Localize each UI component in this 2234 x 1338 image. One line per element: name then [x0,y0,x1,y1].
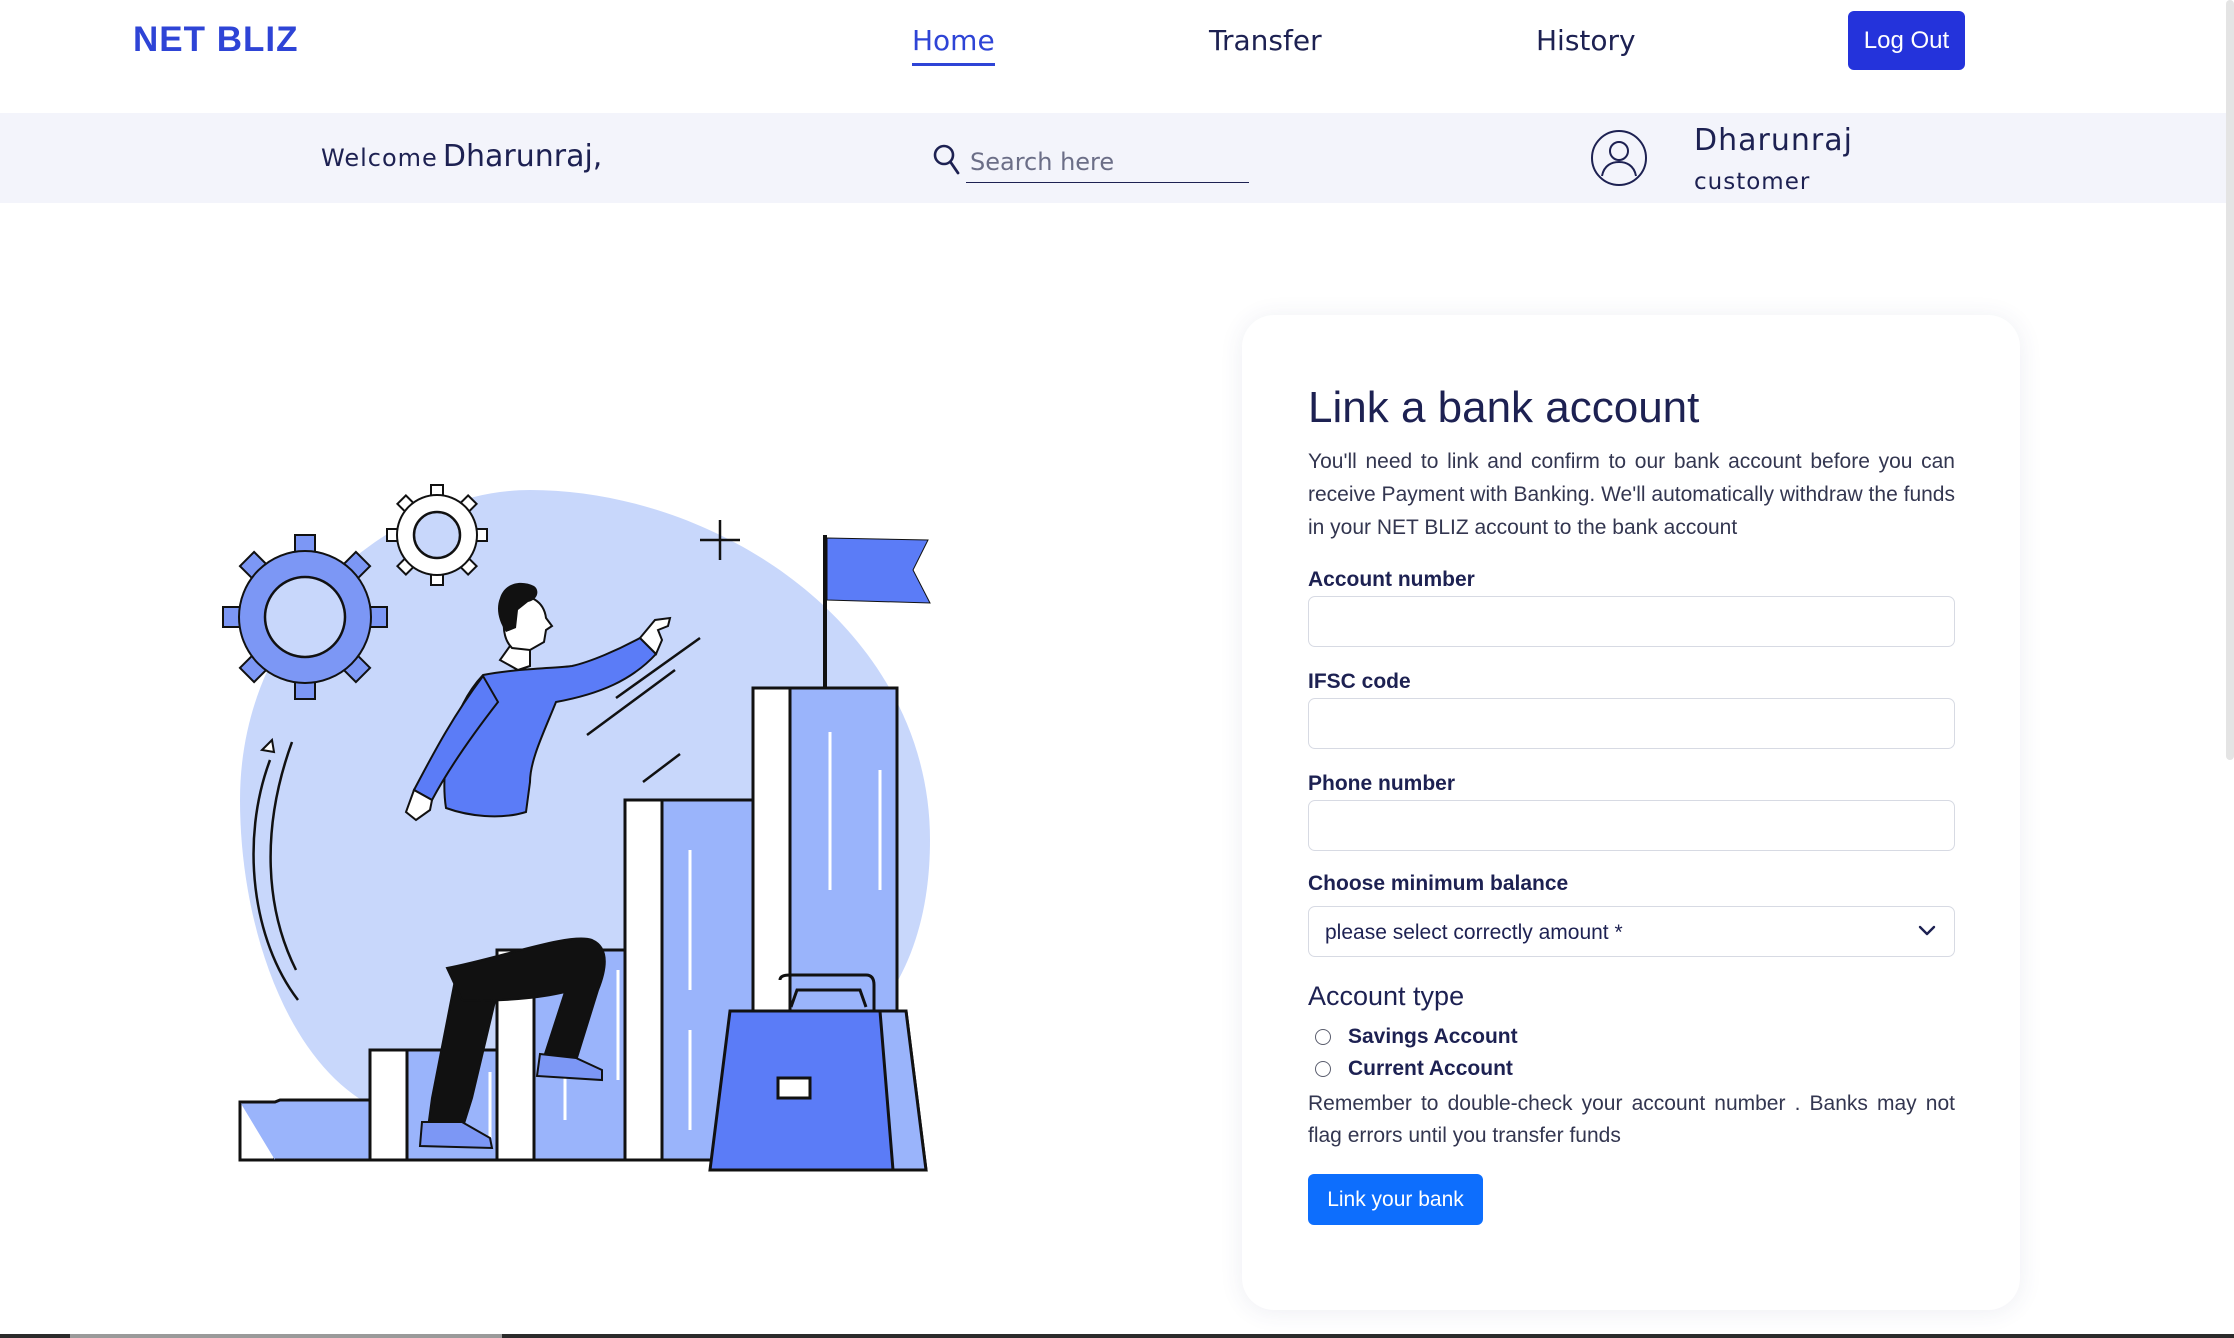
welcome-word: Welcome [321,144,438,172]
card-description: You'll need to link and confirm to our b… [1308,450,1955,539]
ifsc-code-label: IFSC code [1308,670,1411,693]
search-input[interactable] [966,141,1249,183]
welcome-bar: Welcome Dharunraj, Dharunraj customer [0,113,2234,203]
minimum-balance-label: Choose minimum balance [1308,872,1569,895]
logout-button[interactable]: Log Out [1848,11,1965,70]
horizontal-scrollbar-thumb[interactable] [70,1334,502,1338]
vertical-scrollbar[interactable] [2226,0,2234,760]
chevron-down-icon [1918,925,1936,936]
minimum-balance-select[interactable]: please select correctly amount * [1308,906,1955,957]
link-bank-button[interactable]: Link your bank [1308,1174,1483,1225]
account-number-label: Account number [1308,568,1475,591]
welcome-name: Dharunraj, [442,139,603,174]
phone-number-label: Phone number [1308,772,1456,795]
savings-account-label[interactable]: Savings Account [1348,1025,1518,1049]
welcome-message: Welcome Dharunraj, [321,139,602,174]
current-account-option[interactable]: Current Account [1315,1056,1513,1082]
account-number-note: Remember to double-check your account nu… [1308,1092,1955,1147]
current-account-label[interactable]: Current Account [1348,1057,1513,1081]
savings-account-option[interactable]: Savings Account [1315,1024,1518,1050]
nav-link-home[interactable]: Home [912,24,995,66]
growth-illustration [222,484,931,1172]
user-role: customer [1694,169,1811,195]
search-icon[interactable] [932,143,962,177]
user-avatar-icon[interactable] [1590,129,1648,187]
minimum-balance-value: please select correctly amount * [1325,921,1623,944]
phone-number-input[interactable] [1308,800,1955,851]
large-gear-icon [222,534,388,700]
current-account-radio[interactable] [1315,1061,1331,1077]
account-type-title: Account type [1308,981,1465,1011]
small-gear-icon [386,484,488,586]
ifsc-code-input[interactable] [1308,698,1955,749]
search-box [932,141,1249,183]
link-bank-card: Link a bank account You'll need to link … [1242,315,2020,1310]
top-navbar: NET BLIZ Home Transfer History Log Out [0,0,2234,113]
nav-link-transfer[interactable]: Transfer [1209,24,1322,63]
user-name: Dharunraj [1694,123,1853,158]
card-title: Link a bank account [1308,383,1700,432]
account-number-input[interactable] [1308,596,1955,647]
brand-logo[interactable]: NET BLIZ [133,20,298,60]
nav-link-history[interactable]: History [1536,24,1636,63]
savings-account-radio[interactable] [1315,1029,1331,1045]
